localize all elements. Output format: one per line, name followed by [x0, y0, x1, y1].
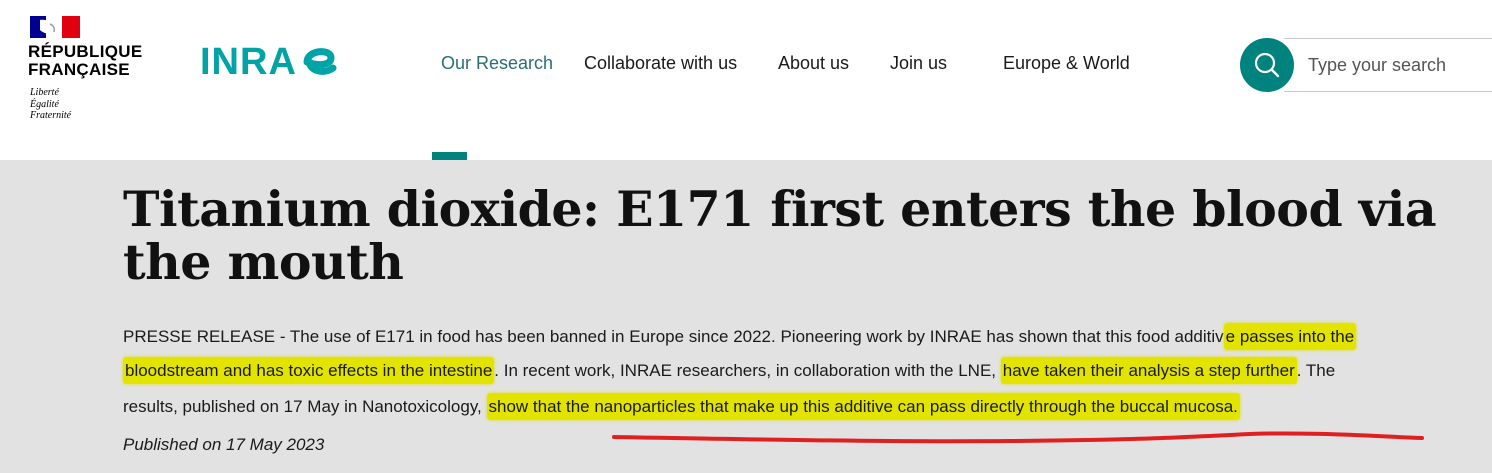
motto-fraternite: Fraternité — [30, 110, 72, 121]
inrae-e-glyph-icon — [303, 48, 337, 75]
republique-francaise-name: RÉPUBLIQUE FRANÇAISE — [28, 43, 142, 79]
francaise-line: FRANÇAISE — [28, 60, 130, 79]
nav-join-us[interactable]: Join us — [890, 52, 947, 74]
nav-about-us[interactable]: About us — [778, 52, 849, 74]
active-nav-indicator — [432, 152, 467, 160]
highlighted-text: bloodstream and has toxic effects in the… — [123, 357, 495, 384]
site-header: RÉPUBLIQUE FRANÇAISE Liberté Égalité Fra… — [0, 0, 1492, 160]
inrae-wordmark: INRA — [200, 41, 297, 83]
lead-text: . In recent work, INRAE researchers, in … — [494, 361, 1001, 380]
inrae-logo[interactable]: INRA — [200, 38, 340, 86]
red-underline-annotation — [612, 431, 1424, 444]
lead-line-2: bloodstream and has toxic effects in the… — [123, 357, 1336, 384]
lead-text: results, published on 17 May in Nanotoxi… — [123, 397, 487, 416]
republique-motto: Liberté Égalité Fraternité — [30, 87, 71, 122]
nav-europe-world[interactable]: Europe & World — [1003, 52, 1130, 74]
search-input[interactable] — [1308, 39, 1488, 91]
lead-line-3: results, published on 17 May in Nanotoxi… — [123, 393, 1240, 420]
lead-line-1: PRESSE RELEASE - The use of E171 in food… — [123, 323, 1357, 350]
motto-liberte: Liberté — [30, 87, 59, 98]
motto-egalite: Égalité — [30, 98, 59, 110]
lead-text: PRESSE RELEASE - The use of E171 in food… — [123, 327, 1224, 346]
nav-our-research[interactable]: Our Research — [441, 52, 553, 74]
nav-collaborate-with-us[interactable]: Collaborate with us — [584, 52, 737, 74]
search-field-container — [1284, 38, 1492, 92]
published-date: Published on 17 May 2023 — [123, 435, 325, 454]
search-icon — [1254, 52, 1280, 78]
search-bar — [1240, 38, 1492, 92]
lead-text: . The — [1296, 361, 1336, 380]
highlighted-text: e passes into the — [1223, 323, 1357, 350]
highlighted-text: show that the nanoparticles that make up… — [486, 393, 1240, 420]
marianne-flag-icon — [30, 16, 80, 38]
search-button[interactable] — [1240, 38, 1294, 92]
article-title: Titanium dioxide: E171 first enters the … — [123, 180, 1437, 291]
republique-line: RÉPUBLIQUE — [28, 42, 143, 61]
highlighted-text: have taken their analysis a step further — [1000, 357, 1297, 384]
